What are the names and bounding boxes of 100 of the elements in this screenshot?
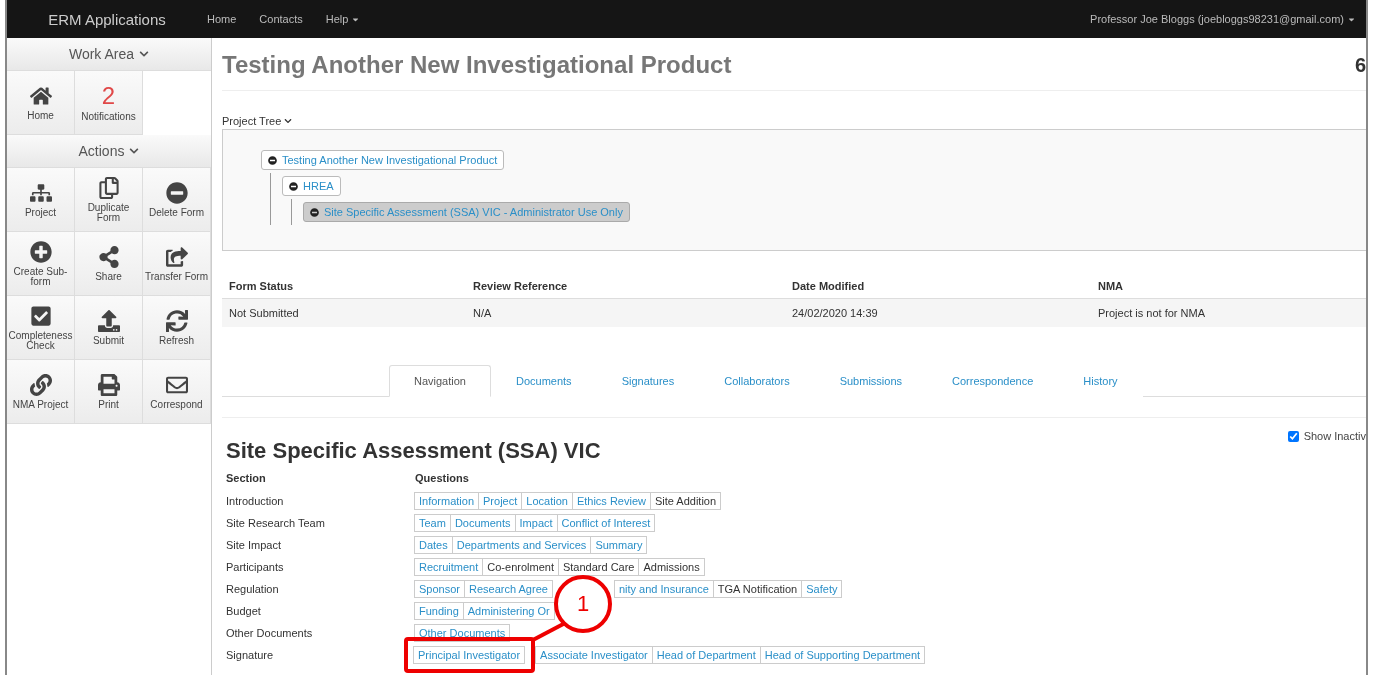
question-item[interactable]: TGA Notification <box>712 580 803 598</box>
upload-icon <box>97 309 120 332</box>
tile-label: Transfer Form <box>145 271 208 282</box>
checkbox-label: Show Inactiv <box>1303 430 1366 442</box>
tree-node[interactable]: Site Specific Assessment (SSA) VIC - Administrator Use Only <box>303 202 630 222</box>
sidebar-header[interactable]: Work Area <box>7 38 211 71</box>
section-name: Other Documents <box>226 627 314 639</box>
page-corner-text: 6 <box>1354 53 1366 77</box>
app-brand[interactable]: ERM Applications <box>7 10 207 28</box>
share-icon <box>97 245 120 268</box>
column-header: Section <box>226 472 267 486</box>
page-title: Testing Another New Investigational Product <box>222 51 732 79</box>
question-link[interactable]: Conflict of Interest <box>556 514 656 532</box>
section-title: Work Area <box>68 46 135 62</box>
sidebar-tile[interactable]: Home <box>7 71 75 135</box>
print-icon <box>97 373 120 396</box>
question-item[interactable]: Standard Care <box>557 558 640 576</box>
section-name: Regulation <box>226 583 280 595</box>
question-link[interactable]: Team <box>414 514 451 532</box>
copy-icon <box>97 176 120 199</box>
nav-link[interactable]: Contacts <box>259 13 303 25</box>
column-header: Questions <box>415 472 470 486</box>
question-link[interactable]: Research Agree <box>464 580 553 598</box>
table-cell: Project is not for NMA <box>1091 299 1366 327</box>
question-link[interactable]: Sponsor <box>414 580 465 598</box>
question-link[interactable]: Impact <box>514 514 558 532</box>
sidebar-header[interactable]: Actions <box>7 135 211 168</box>
question-link[interactable]: Summary <box>590 536 648 554</box>
tree-node[interactable]: Testing Another New Investigational Product <box>261 150 505 170</box>
question-link[interactable]: Dates <box>414 536 453 554</box>
hierarchy-icon <box>29 181 52 204</box>
question-link[interactable]: Administering Or <box>462 602 555 620</box>
question-link[interactable]: Departments and Services <box>451 536 592 554</box>
question-link[interactable]: Head of Department <box>651 646 761 664</box>
sidebar-tile[interactable]: Share <box>75 232 143 296</box>
sidebar-tile[interactable]: Create Sub-form <box>7 232 75 296</box>
sidebar-tile[interactable]: Refresh <box>143 296 211 360</box>
refresh-icon <box>165 309 188 332</box>
tab[interactable]: Navigation <box>389 365 491 397</box>
sidebar-tile[interactable]: Duplicate Form <box>75 168 143 232</box>
nav-link[interactable]: Home <box>207 13 237 25</box>
sidebar-tile[interactable]: Correspond <box>143 360 211 424</box>
question-item[interactable]: Co-enrolment <box>482 558 559 576</box>
callout-badge: 1 <box>554 575 612 633</box>
tile-label: Print <box>98 399 119 410</box>
tree-node[interactable]: HREA <box>282 176 341 196</box>
question-link[interactable]: Information <box>414 492 480 510</box>
chevron-icon <box>129 146 140 156</box>
tile-label: Submit <box>92 335 125 346</box>
question-link[interactable]: nity and Insurance <box>613 580 714 598</box>
question-item[interactable]: Admissions <box>638 558 705 576</box>
form-title: Site Specific Assessment (SSA) VIC <box>226 438 601 464</box>
question-link[interactable]: Associate Investigator <box>535 646 653 664</box>
checkbox-icon <box>29 304 52 327</box>
question-link[interactable]: Principal Investigator <box>413 646 526 664</box>
sidebar-tile[interactable]: Project <box>7 168 75 232</box>
table-cell: Not Submitted <box>222 299 466 327</box>
sidebar-tile[interactable]: 2 Notifications <box>75 71 143 135</box>
question-link[interactable]: Documents <box>449 514 516 532</box>
tile-label: Notifications <box>81 111 136 122</box>
question-link[interactable]: Recruitment <box>414 558 484 576</box>
tile-label: Home <box>27 110 54 121</box>
question-link[interactable]: Funding <box>414 602 464 620</box>
notification-count: 2 <box>101 83 116 108</box>
section-name: Signature <box>226 649 275 661</box>
sidebar-tile[interactable]: Print <box>75 360 143 424</box>
question-link[interactable]: Head of Supporting Department <box>759 646 926 664</box>
table-cell: N/A <box>466 299 785 327</box>
user-menu[interactable]: Professor Joe Bloggs (joebloggs98231@gmail.com) <box>1090 13 1356 25</box>
tile-label: Project <box>24 207 57 218</box>
tile-label: Duplicate Form <box>86 202 131 223</box>
chevron-icon <box>284 117 293 125</box>
tile-label: Correspond <box>150 399 203 410</box>
tree-label: Project Tree <box>222 115 282 127</box>
checkbox[interactable] <box>1287 430 1299 442</box>
nav-link[interactable]: Help <box>325 13 361 25</box>
tile-label: Refresh <box>159 335 194 346</box>
tree-toggle[interactable]: Project Tree <box>222 113 1366 129</box>
section-name: Site Impact <box>226 539 283 551</box>
table-cell: 24/02/2020 14:39 <box>785 299 1091 327</box>
section-name: Participants <box>226 561 285 573</box>
section-name: Budget <box>226 605 262 617</box>
question-link[interactable]: Project <box>478 492 523 510</box>
tile-label: NMA Project <box>12 399 69 410</box>
question-link[interactable]: Location <box>521 492 573 510</box>
question-link[interactable]: Safety <box>801 580 843 598</box>
home-icon <box>29 84 52 107</box>
tile-label: Completeness Check <box>7 330 74 351</box>
sidebar-tile[interactable]: Transfer Form <box>143 232 211 296</box>
tile-label: Share <box>95 271 122 282</box>
link-icon <box>29 373 52 396</box>
question-link[interactable]: Ethics Review <box>571 492 651 510</box>
sidebar-tile[interactable]: NMA Project <box>7 360 75 424</box>
sidebar-tile[interactable]: Submit <box>75 296 143 360</box>
sidebar-tile[interactable]: Delete Form <box>143 168 211 232</box>
question-item[interactable]: Site Addition <box>649 492 722 510</box>
tile-label: Delete Form <box>149 207 204 218</box>
section-name: Introduction <box>226 495 285 507</box>
chevron-icon <box>139 49 150 59</box>
sidebar-tile[interactable]: Completeness Check <box>7 296 75 360</box>
